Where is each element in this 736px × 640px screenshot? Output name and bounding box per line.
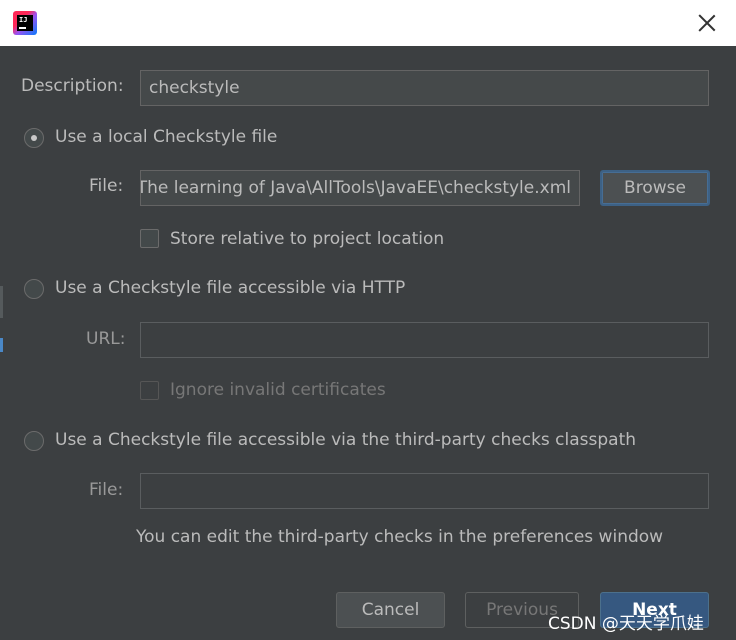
store-relative-label[interactable]: Store relative to project location: [170, 229, 444, 249]
description-input[interactable]: checkstyle: [140, 70, 709, 106]
classpath-hint-text: You can edit the third-party checks in t…: [136, 527, 664, 547]
background-window-edge: [0, 286, 3, 318]
classpath-file-radio[interactable]: [24, 431, 44, 451]
watermark-text: CSDN @天天学爪娃: [548, 614, 704, 634]
local-file-path-input[interactable]: D:\The learning of Java\AllTools\JavaEE\…: [140, 170, 580, 206]
browse-button[interactable]: Browse: [600, 170, 710, 206]
description-label: Description:: [21, 76, 124, 96]
intellij-idea-icon: IJ: [13, 11, 37, 35]
close-icon[interactable]: [698, 14, 716, 32]
local-file-radio[interactable]: [24, 128, 44, 148]
classpath-file-input[interactable]: [140, 473, 709, 509]
local-file-option-label[interactable]: Use a local Checkstyle file: [55, 127, 277, 147]
background-window-edge-accent: [0, 338, 3, 352]
local-file-path-text: D:\The learning of Java\AllTools\JavaEE\…: [140, 178, 571, 198]
http-file-option-label[interactable]: Use a Checkstyle file accessible via HTT…: [55, 278, 405, 298]
url-input[interactable]: [140, 322, 709, 358]
ignore-certs-label[interactable]: Ignore invalid certificates: [170, 380, 386, 400]
http-file-radio[interactable]: [24, 279, 44, 299]
classpath-file-option-label[interactable]: Use a Checkstyle file accessible via the…: [55, 430, 636, 450]
url-label: URL:: [86, 329, 126, 349]
ignore-certs-checkbox[interactable]: [140, 381, 159, 400]
title-bar: IJ: [0, 0, 736, 46]
cancel-button[interactable]: Cancel: [336, 592, 445, 628]
local-file-label: File:: [89, 176, 124, 196]
store-relative-checkbox[interactable]: [140, 229, 159, 248]
classpath-file-label: File:: [89, 480, 124, 500]
